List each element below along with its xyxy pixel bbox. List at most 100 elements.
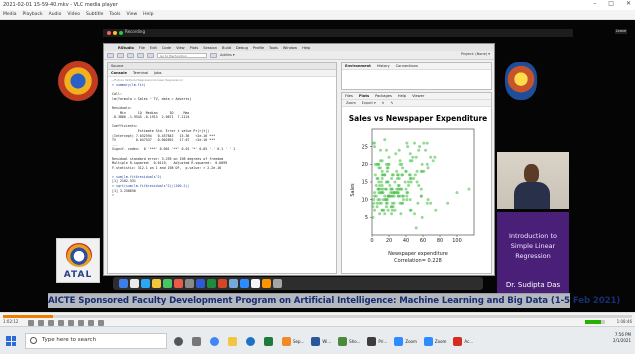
taskbar-search[interactable]: Type here to search xyxy=(25,333,167,349)
scatter-point xyxy=(378,184,382,188)
seek-bar[interactable] xyxy=(3,315,632,318)
scatter-point xyxy=(383,173,387,177)
vlc-title-bar: 2021-02-01 15-59-40.mkv - VLC media play… xyxy=(0,0,635,10)
scatter-point xyxy=(415,180,419,184)
leave-button: Leave xyxy=(615,29,627,34)
brush-icon: ✎ xyxy=(390,101,394,105)
menu-playback[interactable]: Playback xyxy=(23,12,43,17)
tab-help: Help xyxy=(397,94,407,98)
rs-menu-plots: Plots xyxy=(189,45,199,50)
notes-icon xyxy=(152,279,161,288)
files-tabs: Files Plots Packages Help Viewer xyxy=(342,93,491,100)
scatter-point xyxy=(379,148,382,152)
scatter-point xyxy=(373,194,377,198)
taskbar-app-4[interactable]: Pri... xyxy=(365,332,389,350)
taskbar-app-3[interactable]: Sho... xyxy=(336,332,362,350)
menu-audio[interactable]: Audio xyxy=(49,12,62,17)
scatter-point xyxy=(384,205,388,209)
scatter-point xyxy=(381,198,385,202)
maximize-button[interactable]: □ xyxy=(608,0,614,7)
x-tick-label: 60 xyxy=(420,238,426,244)
y-tick-label: 15 xyxy=(362,180,368,186)
taskbar-app-acrobat[interactable]: Ac... xyxy=(451,332,475,350)
scatter-point xyxy=(373,173,377,177)
environment-pane: Environment History Connections xyxy=(341,62,492,90)
scatter-point xyxy=(395,169,399,173)
taskbar-app-taskview[interactable] xyxy=(190,332,205,350)
scatter-point xyxy=(372,198,376,202)
taskbar-app-zoom-2[interactable]: Zoom xyxy=(422,332,449,350)
taskbar-app-cortana[interactable] xyxy=(172,332,187,350)
vlc-menu-bar: Media Playback Audio Video Subtitle Tool… xyxy=(0,10,635,20)
scatter-point xyxy=(386,194,390,198)
tab-plots: Plots xyxy=(358,94,370,98)
tab-packages: Packages xyxy=(375,94,392,98)
word-icon xyxy=(311,336,321,346)
scatter-point xyxy=(401,194,405,198)
menu-tools[interactable]: Tools xyxy=(109,12,120,17)
scatter-point xyxy=(390,194,394,198)
scatter-point xyxy=(431,159,435,163)
minimize-button[interactable]: – xyxy=(593,0,596,7)
tab-connections: Connections xyxy=(395,64,418,68)
scatter-point xyxy=(384,198,388,202)
scatter-point xyxy=(390,173,394,177)
scatter-point xyxy=(377,180,381,184)
finder-icon xyxy=(119,279,128,288)
scatter-point xyxy=(375,201,379,205)
console-output: > summary(lm.fit) Call: lm(formula = Sale… xyxy=(108,83,336,198)
meeting-top-bar: Recording xyxy=(103,29,573,37)
excel-icon xyxy=(207,279,216,288)
menu-subtitle[interactable]: Subtitle xyxy=(86,12,103,17)
menu-video[interactable]: Video xyxy=(67,12,80,17)
chrome-icon xyxy=(251,279,260,288)
scatter-point xyxy=(417,184,421,188)
scatter-point xyxy=(375,176,379,180)
scatter-point xyxy=(398,201,402,205)
scatter-point xyxy=(375,162,379,166)
zoom-button: Zoom xyxy=(346,101,356,105)
taskbar-app-explorer[interactable] xyxy=(226,332,241,350)
scatter-point xyxy=(407,173,411,177)
scatter-point xyxy=(390,208,394,212)
scatter-point xyxy=(384,180,388,184)
taskbar-app-edge[interactable] xyxy=(244,332,259,350)
scatter-point xyxy=(433,155,437,159)
start-button[interactable] xyxy=(6,336,16,346)
menu-help[interactable]: Help xyxy=(143,12,153,17)
volume-slider[interactable] xyxy=(585,320,605,324)
console-tabs: Console Terminal Jobs xyxy=(108,70,336,77)
scatter-point xyxy=(419,194,423,198)
scatter-point xyxy=(384,187,388,191)
close-button[interactable]: ✕ xyxy=(626,0,631,7)
trash-icon xyxy=(273,279,282,288)
y-axis-label: Sales xyxy=(350,183,356,197)
scatter-point xyxy=(406,145,410,149)
rs-menu-build: Build xyxy=(222,45,232,50)
workspace-panes-icon xyxy=(210,52,217,58)
scatter-point xyxy=(400,187,404,191)
y-tick-label: 5 xyxy=(365,215,368,221)
scatter-point xyxy=(413,173,417,177)
taskbar-app-chrome[interactable] xyxy=(208,332,223,350)
taskbar-app-1[interactable]: Sep... xyxy=(280,332,306,350)
scatter-point xyxy=(405,198,409,202)
zoom-icon xyxy=(240,279,249,288)
menu-view[interactable]: View xyxy=(126,12,137,17)
scatter-point xyxy=(413,141,416,145)
scatter-point xyxy=(376,187,380,191)
menu-media[interactable]: Media xyxy=(3,12,17,17)
presenter-head xyxy=(524,164,539,183)
taskbar-app-zoom-1[interactable]: Zoom xyxy=(392,332,419,350)
x-tick-label: 40 xyxy=(403,238,409,244)
video-frame[interactable]: Recording Leave RStudio File Edit Code V… xyxy=(0,20,635,312)
taskbar-app-excel[interactable] xyxy=(262,332,277,350)
scatter-point xyxy=(392,201,396,205)
system-tray[interactable]: 7:56 PM 2/1/2021 xyxy=(613,332,631,344)
scatter-point xyxy=(425,201,429,205)
edge-icon xyxy=(246,336,255,346)
scatter-point xyxy=(393,191,397,195)
aicte-logo xyxy=(58,61,98,101)
scatter-point xyxy=(371,215,375,219)
taskbar-app-2[interactable]: Wi... xyxy=(309,332,333,350)
